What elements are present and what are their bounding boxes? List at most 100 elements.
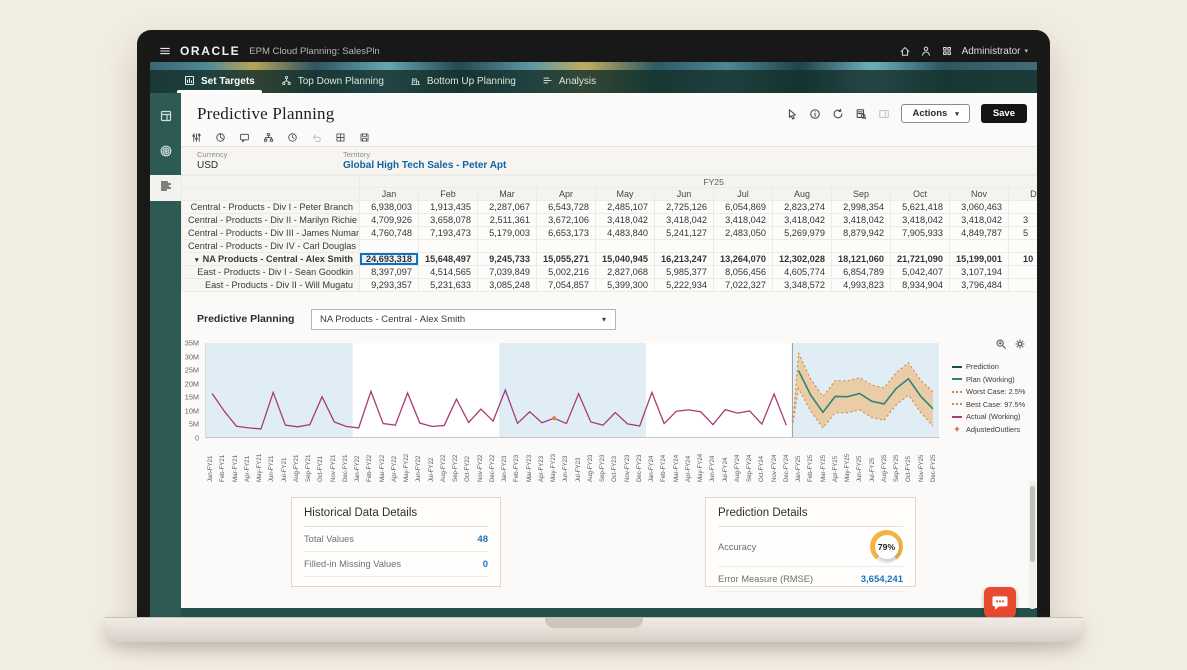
grid-cell[interactable]: 3,418,042 (950, 214, 1009, 227)
grid-cell[interactable] (419, 240, 478, 253)
grid-cell[interactable]: 21,721,090 (891, 253, 950, 266)
grid-cell[interactable]: 3,060,463 (950, 201, 1009, 214)
grid-cell[interactable]: 18,121,060 (832, 253, 891, 266)
grid-cell[interactable]: 6,653,173 (537, 227, 596, 240)
grid-cell[interactable]: 7,022,327 (714, 279, 773, 292)
grid-cell[interactable]: 7,193,473 (419, 227, 478, 240)
grid-cell[interactable] (773, 240, 832, 253)
grid-cell[interactable]: 5,222,934 (655, 279, 714, 292)
grid-cell[interactable]: 4,605,774 (773, 266, 832, 279)
grid-cell[interactable]: 3,418,042 (596, 214, 655, 227)
user-menu[interactable]: Administrator▾ (962, 46, 1028, 57)
grid-cell[interactable]: 3,107,194 (950, 266, 1009, 279)
grid-cell[interactable]: 3,418,042 (832, 214, 891, 227)
refresh-data-icon[interactable] (215, 132, 226, 143)
grid-cell[interactable]: 5,399,300 (596, 279, 655, 292)
grid-cell[interactable] (832, 240, 891, 253)
apps-grid-icon[interactable] (941, 45, 953, 57)
territory-link[interactable]: Global High Tech Sales - Peter Apt (343, 160, 506, 171)
member-dropdown[interactable]: NA Products - Central - Alex Smith ▾ (311, 309, 616, 330)
grid-cell[interactable]: 4,709,926 (360, 214, 419, 227)
grid-cell[interactable]: 13,264,070 (714, 253, 773, 266)
grid-cell[interactable]: 2,485,107 (596, 201, 655, 214)
grid-cell[interactable]: 15,055,271 (537, 253, 596, 266)
grid-cell[interactable]: 5,231,633 (419, 279, 478, 292)
grid-cell[interactable]: 15,040,945 (596, 253, 655, 266)
chat-button[interactable] (984, 587, 1016, 617)
grid-cell[interactable]: 4,993,823 (832, 279, 891, 292)
column-header[interactable]: May (596, 188, 655, 201)
tab-bottom-up-planning[interactable]: Bottom Up Planning (410, 70, 516, 93)
column-header[interactable]: Sep (832, 188, 891, 201)
grid-cell[interactable]: 6,054,869 (714, 201, 773, 214)
grid-cell[interactable]: 4,514,565 (419, 266, 478, 279)
grid-cell[interactable]: 8,056,456 (714, 266, 773, 279)
currency-value[interactable]: USD (197, 160, 227, 171)
info-icon[interactable] (809, 108, 821, 120)
grid-cell[interactable]: 3,348,572 (773, 279, 832, 292)
grid-cell[interactable]: 5 (1009, 227, 1038, 240)
row-label[interactable]: ▾NA Products - Central - Alex Smith (182, 253, 360, 266)
grid-cell[interactable]: 7,905,933 (891, 227, 950, 240)
grid-cell[interactable]: 2,827,068 (596, 266, 655, 279)
grid-cell[interactable]: 7,054,857 (537, 279, 596, 292)
grid-cell[interactable]: 7,039,849 (478, 266, 537, 279)
column-header[interactable]: Apr (537, 188, 596, 201)
grid-cell[interactable]: 6,938,003 (360, 201, 419, 214)
accessibility-icon[interactable] (920, 45, 932, 57)
grid-cell[interactable]: 16,213,247 (655, 253, 714, 266)
grid-cell[interactable]: 3,418,042 (714, 214, 773, 227)
grid-cell[interactable]: 10 (1009, 253, 1038, 266)
rail-item-target[interactable] (150, 140, 181, 166)
grid-cell[interactable] (714, 240, 773, 253)
grid-cell[interactable]: 8,397,097 (360, 266, 419, 279)
grid-cell[interactable]: 15,199,001 (950, 253, 1009, 266)
grid-cell[interactable]: 3,418,042 (891, 214, 950, 227)
grid-cell[interactable]: 3 (1009, 214, 1038, 227)
grid-cell[interactable]: 9,245,733 (478, 253, 537, 266)
column-header[interactable]: Dec (1009, 188, 1038, 201)
grid-cell[interactable]: 2,287,067 (478, 201, 537, 214)
grid-cell[interactable]: 24,693,318 (360, 253, 419, 266)
grid-cell[interactable]: 4,760,748 (360, 227, 419, 240)
undo-icon[interactable] (311, 132, 322, 143)
history-icon[interactable] (287, 132, 298, 143)
grid-cell[interactable]: 5,042,407 (891, 266, 950, 279)
grid-cell[interactable]: 8,934,904 (891, 279, 950, 292)
row-label[interactable]: East - Products - Div I - Sean Goodkin (182, 266, 360, 279)
grid-cell[interactable]: 3,418,042 (773, 214, 832, 227)
cursor-select-icon[interactable] (786, 108, 798, 120)
grid-cell[interactable]: 5,241,127 (655, 227, 714, 240)
row-label[interactable]: Central - Products - Div IV - Carl Dougl… (182, 240, 360, 253)
grid-cell[interactable] (1009, 279, 1038, 292)
grid-cell[interactable] (1009, 240, 1038, 253)
row-label[interactable]: Central - Products - Div II - Marilyn Ri… (182, 214, 360, 227)
grid-cell[interactable]: 4,483,840 (596, 227, 655, 240)
row-label[interactable]: Central - Products - Div I - Peter Branc… (182, 201, 360, 214)
actions-button[interactable]: Actions▾ (901, 104, 969, 123)
rail-item-dashboard[interactable] (150, 105, 181, 131)
grid-cell[interactable]: 1,913,435 (419, 201, 478, 214)
row-label[interactable]: Central - Products - Div III - James Num… (182, 227, 360, 240)
grid-cell[interactable]: 5,985,377 (655, 266, 714, 279)
grid-cell[interactable]: 6,543,728 (537, 201, 596, 214)
column-header[interactable]: Jun (655, 188, 714, 201)
column-header[interactable]: Feb (419, 188, 478, 201)
grid-cell[interactable] (596, 240, 655, 253)
column-header[interactable]: Nov (950, 188, 1009, 201)
grid-cell[interactable]: 2,483,050 (714, 227, 773, 240)
row-label[interactable]: East - Products - Div II - Will Mugatu (182, 279, 360, 292)
grid-layout-icon[interactable] (335, 132, 346, 143)
grid-cell[interactable] (655, 240, 714, 253)
zoom-icon[interactable] (995, 338, 1007, 350)
grid-cell[interactable]: 15,648,497 (419, 253, 478, 266)
grid-cell[interactable] (950, 240, 1009, 253)
grid-cell[interactable] (891, 240, 950, 253)
column-header[interactable]: Jan (360, 188, 419, 201)
grid-cell[interactable]: 2,511,361 (478, 214, 537, 227)
grid-cell[interactable] (478, 240, 537, 253)
expand-icon[interactable]: ▾ (195, 257, 199, 264)
grid-cell[interactable]: 3,418,042 (655, 214, 714, 227)
grid-cell[interactable]: 3,796,484 (950, 279, 1009, 292)
grid-cell[interactable]: 12,302,028 (773, 253, 832, 266)
